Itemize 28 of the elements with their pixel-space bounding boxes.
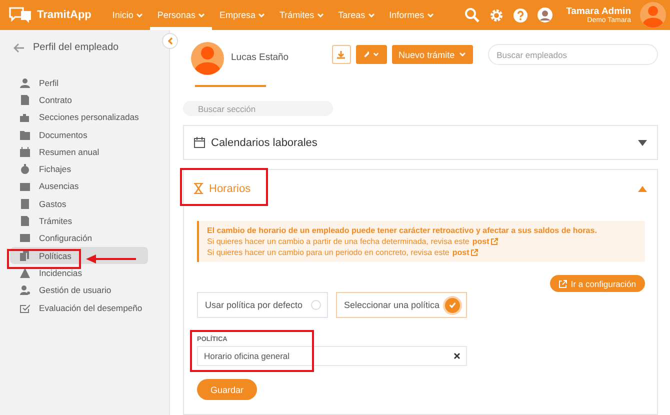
alert-text: Si quieres hacer un cambio para un periodo en concreto, revisa este (207, 248, 450, 257)
policy-option[interactable]: Usar política por defecto (197, 292, 328, 318)
section-title: Horarios (209, 182, 252, 194)
section-header[interactable]: Calendarios laborales (184, 126, 657, 159)
sidebar-item[interactable]: Gestión de usuario (10, 282, 148, 299)
warning-text: El cambio de horario de un empleado puede tener carácter retroactivo y afectar a sus saldos de horas. (207, 226, 598, 235)
sidebar-item[interactable]: Incidencias (10, 264, 148, 282)
employee-name: Lucas Estaño (231, 52, 289, 65)
sidebar-item[interactable]: Fichajes (10, 160, 148, 178)
sidebar-item[interactable]: Secciones personalizadas (10, 108, 148, 126)
section-search-field[interactable]: Buscar sección (183, 101, 333, 116)
sidebar-item[interactable]: Resumen anual (10, 143, 148, 160)
policy-option[interactable]: Seleccionar una política (336, 292, 467, 318)
section-title: Calendarios laborales (211, 136, 318, 148)
employee-search-field[interactable]: Buscar empleados (488, 44, 658, 65)
policy-select-field[interactable]: Horario oficina general (197, 346, 467, 366)
alert-text: Si quieres hacer un cambio a partir de una fecha determinada, revisa este (207, 237, 470, 246)
app-logo-text: TramitApp (37, 9, 92, 21)
sidebar-item[interactable]: Ausencias (10, 178, 148, 196)
sidebar-item[interactable]: Gastos (10, 195, 148, 212)
sidebar-item[interactable]: Documentos (10, 126, 148, 144)
sidebar-item[interactable]: Configuración (10, 230, 148, 247)
sidebar-item[interactable]: Contrato (10, 91, 148, 109)
sidebar-item[interactable]: Evaluación del desempeño (10, 298, 148, 316)
sidebar-item[interactable]: Perfil (10, 74, 148, 92)
user-name: Tamara Admin (566, 6, 631, 17)
sidebar-title: Perfil del empleado (33, 42, 119, 53)
sidebar-item[interactable]: Trámites (10, 212, 148, 230)
